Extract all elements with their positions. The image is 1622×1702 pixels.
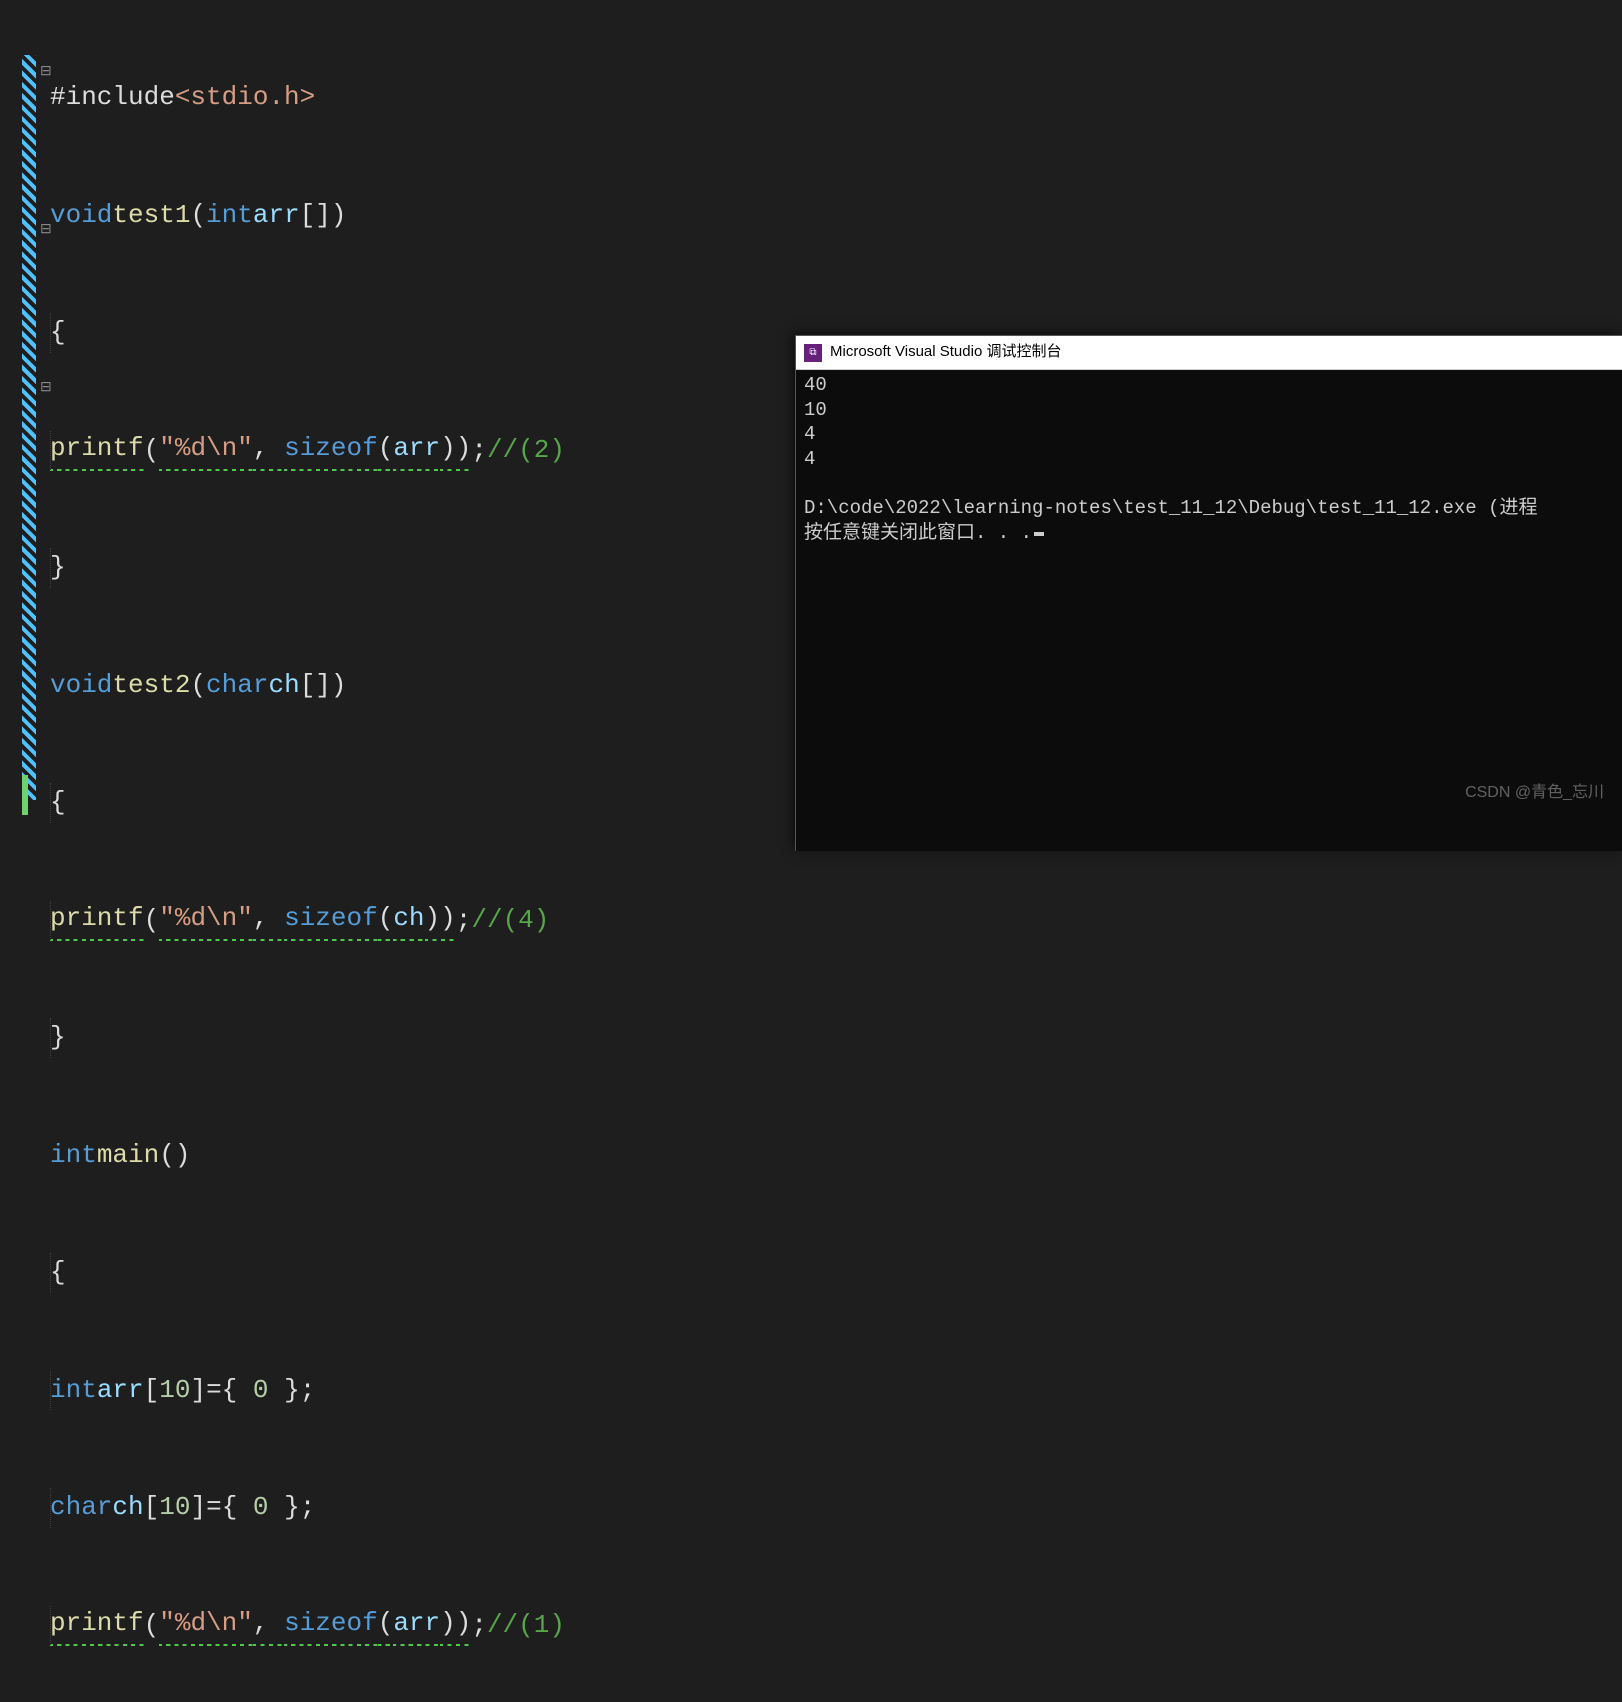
code-token: [] [300,196,331,235]
code-token: int [206,196,253,235]
code-token: //(1) [487,1606,565,1645]
code-token: arr [253,196,300,235]
code-token: void [50,196,112,235]
console-title: Microsoft Visual Studio 调试控制台 [830,341,1061,364]
code-token: #include [50,78,175,117]
console-line: 10 [804,399,827,421]
code-token: sizeof [284,1604,378,1646]
code-line: } [50,1018,1622,1058]
code-token: printf [50,1604,144,1646]
code-token: arr [393,429,440,471]
code-token: } [50,1018,66,1057]
code-token: "%d\n" [159,899,253,941]
code-line: printf("%d\n", sizeof(ch));//(4) [50,901,1622,941]
console-line: 40 [804,374,827,396]
code-token: printf [50,899,144,941]
code-token: "%d\n" [159,1604,253,1646]
fold-icon[interactable]: ⊟ [40,378,50,388]
gutter: ⊟ ⊟ ⊟ [0,0,50,851]
code-token: } [50,548,66,587]
debug-console-window[interactable]: ⧉ Microsoft Visual Studio 调试控制台 40 10 4 … [795,335,1622,851]
code-token: { [50,783,66,822]
code-token: <stdio.h> [175,78,315,117]
code-line: printf("%d\n", sizeof(arr));//(1) [50,1606,1622,1646]
code-token: int [50,1371,97,1410]
code-token: printf [50,429,144,471]
code-line: char ch[10] = { 0 }; [50,1488,1622,1528]
console-line: 4 [804,423,815,445]
cursor-icon [1034,532,1044,536]
code-token: int [50,1136,97,1175]
code-token: arr [393,1604,440,1646]
code-line: { [50,1253,1622,1293]
code-token: //(4) [471,901,549,940]
code-token: ; [300,1488,316,1527]
console-titlebar[interactable]: ⧉ Microsoft Visual Studio 调试控制台 [796,336,1622,370]
code-token: [] [300,666,331,705]
console-output[interactable]: 40 10 4 4 D:\code\2022\learning-notes\te… [796,370,1622,549]
code-token: ch [112,1488,143,1527]
vs-icon: ⧉ [804,344,822,362]
code-token: sizeof [284,429,378,471]
code-token: ; [300,1371,316,1410]
code-token: "%d\n" [159,429,253,471]
code-token: char [50,1488,112,1527]
code-token: test1 [112,196,190,235]
code-token: { [50,1253,66,1292]
code-token: ch [393,899,424,941]
code-token: arr [97,1371,144,1410]
fold-icon[interactable]: ⊟ [40,220,50,230]
console-line: 按任意键关闭此窗口. . . [804,522,1032,544]
fold-icon[interactable]: ⊟ [40,62,50,72]
code-token: test2 [112,666,190,705]
code-token: void [50,666,112,705]
code-token: = [206,1371,222,1410]
code-token: = [206,1488,222,1527]
code-line: int main() [50,1136,1622,1176]
console-line: D:\code\2022\learning-notes\test_11_12\D… [804,497,1538,519]
console-line: 4 [804,448,815,470]
code-line: void test1(int arr[]) [50,196,1622,236]
code-line: #include <stdio.h> [50,78,1622,118]
watermark: CSDN @青色_忘川 [1465,781,1604,805]
code-token: char [206,666,268,705]
code-token: () [159,1136,190,1175]
code-line: int arr[10] = { 0 }; [50,1371,1622,1411]
code-token: //(2) [487,431,565,470]
code-token: main [97,1136,159,1175]
code-token: sizeof [284,899,378,941]
code-token: { [50,313,66,352]
code-token: ch [268,666,299,705]
